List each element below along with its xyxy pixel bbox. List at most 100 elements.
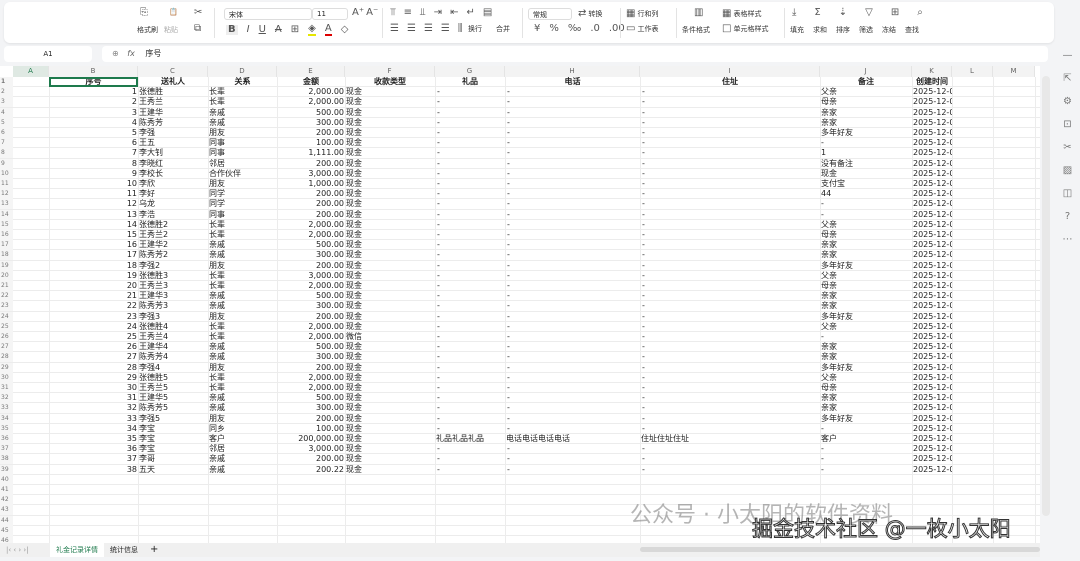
row-number[interactable]: 31 bbox=[0, 383, 13, 393]
cell-phone[interactable]: - bbox=[505, 281, 640, 291]
cell-note[interactable]: 母亲 bbox=[820, 230, 912, 240]
header-relation[interactable]: 关系 bbox=[208, 77, 277, 87]
row-number[interactable]: 40 bbox=[0, 474, 13, 485]
cell-created-time[interactable]: 2025-12-03 13:59:54 bbox=[912, 261, 952, 271]
percent-icon[interactable]: % bbox=[549, 24, 559, 34]
cell-amount[interactable]: 500.00 bbox=[277, 291, 345, 301]
row-number[interactable]: 9 bbox=[0, 158, 13, 169]
cell-address[interactable]: - bbox=[640, 169, 820, 179]
row-number[interactable]: 42 bbox=[0, 495, 13, 506]
cell-created-time[interactable]: 2025-12-02 09:43:16 bbox=[912, 87, 952, 97]
cell-phone[interactable]: - bbox=[505, 342, 640, 352]
align-right-icon[interactable]: ☰ bbox=[424, 24, 433, 34]
column-header-A[interactable]: A bbox=[13, 66, 49, 77]
row-number[interactable]: 46 bbox=[0, 536, 13, 543]
cut-icon[interactable]: ✂ bbox=[194, 8, 202, 18]
cell-created-time[interactable]: 2025-12-02 09:43:16 bbox=[912, 128, 952, 138]
cell-seq[interactable]: 37 bbox=[49, 454, 138, 464]
cell-seq[interactable]: 27 bbox=[49, 352, 138, 362]
cell-gift[interactable]: - bbox=[435, 301, 505, 311]
cell-created-time[interactable]: 2025-12-03 13:59:54 bbox=[912, 230, 952, 240]
header-amount[interactable]: 金额 bbox=[277, 77, 345, 87]
font-increase-icon[interactable]: A⁺ bbox=[352, 8, 364, 18]
cell-address[interactable]: - bbox=[640, 281, 820, 291]
cell-phone[interactable]: - bbox=[505, 332, 640, 342]
row-number[interactable]: 11 bbox=[0, 179, 13, 189]
find-button[interactable]: 查找 bbox=[905, 25, 919, 35]
cell-address[interactable]: - bbox=[640, 271, 820, 281]
cell-gift[interactable]: - bbox=[435, 108, 505, 118]
cell-payment-type[interactable]: 现金 bbox=[345, 383, 435, 393]
cell-phone[interactable]: - bbox=[505, 250, 640, 260]
cell-amount[interactable]: 2,000.00 bbox=[277, 281, 345, 291]
cell-note[interactable]: - bbox=[820, 199, 912, 209]
row-number[interactable]: 43 bbox=[0, 505, 13, 516]
cell-created-time[interactable]: 2025-12-03 14:00:06 bbox=[912, 312, 952, 322]
cell-address[interactable]: - bbox=[640, 373, 820, 383]
cell-seq[interactable]: 5 bbox=[49, 128, 138, 138]
cell-payment-type[interactable]: 现金 bbox=[345, 363, 435, 373]
cell-relation[interactable]: 亲戚 bbox=[208, 301, 277, 311]
cell-note[interactable]: 44 bbox=[820, 189, 912, 199]
cell-giver[interactable]: 王秀兰4 bbox=[138, 332, 208, 342]
cell-phone[interactable]: - bbox=[505, 179, 640, 189]
cell-gift[interactable]: - bbox=[435, 128, 505, 138]
chart-icon[interactable]: ▨ bbox=[1055, 159, 1080, 182]
sum-button[interactable]: 求和 bbox=[813, 25, 827, 35]
cell-payment-type[interactable]: 现金 bbox=[345, 281, 435, 291]
cell-address[interactable]: - bbox=[640, 250, 820, 260]
row-number[interactable]: 19 bbox=[0, 260, 13, 271]
cell-note[interactable]: 父亲 bbox=[820, 373, 912, 383]
cell-giver[interactable]: 张德胜4 bbox=[138, 322, 208, 332]
cell-note[interactable]: 亲家 bbox=[820, 118, 912, 128]
wrap-icon[interactable]: ↵ bbox=[466, 8, 474, 18]
cell-payment-type[interactable]: 现金 bbox=[345, 434, 435, 444]
cell-gift[interactable]: - bbox=[435, 332, 505, 342]
cell-created-time[interactable]: 2025-12-03 14:00:06 bbox=[912, 271, 952, 281]
cell-relation[interactable]: 同乡 bbox=[208, 424, 277, 434]
row-number[interactable]: 16 bbox=[0, 230, 13, 240]
cell-note[interactable]: 亲家 bbox=[820, 403, 912, 413]
cell-payment-type[interactable]: 现金 bbox=[345, 250, 435, 260]
cell-seq[interactable]: 22 bbox=[49, 301, 138, 311]
cell-payment-type[interactable]: 现金 bbox=[345, 424, 435, 434]
cell-note[interactable]: 支付宝 bbox=[820, 179, 912, 189]
spreadsheet-grid[interactable]: A B C D E F G H I J K L M 1 序号 送礼人 关系 金额 收款类型 礼品 电话 住址 备注 创建时间 2… bbox=[0, 66, 1040, 543]
cell-giver[interactable]: 李好 bbox=[138, 189, 208, 199]
cell-amount[interactable]: 200.00 bbox=[277, 128, 345, 138]
cell-seq[interactable]: 32 bbox=[49, 403, 138, 413]
cell-created-time[interactable]: 2025-12-06 23:36:49 bbox=[912, 444, 952, 454]
cell-relation[interactable]: 朋友 bbox=[208, 128, 277, 138]
cell-seq[interactable]: 14 bbox=[49, 220, 138, 230]
row-number[interactable]: 22 bbox=[0, 291, 13, 302]
cell-phone[interactable]: - bbox=[505, 261, 640, 271]
cell-seq[interactable]: 7 bbox=[49, 148, 138, 158]
cell-note[interactable]: 母亲 bbox=[820, 97, 912, 107]
cell-amount[interactable]: 200.00 bbox=[277, 454, 345, 464]
cell-gift[interactable]: - bbox=[435, 118, 505, 128]
cell-phone[interactable]: - bbox=[505, 118, 640, 128]
fx-icon[interactable]: fx bbox=[127, 49, 135, 58]
cell-giver[interactable]: 陈秀芳4 bbox=[138, 352, 208, 362]
cell-gift[interactable]: - bbox=[435, 189, 505, 199]
cell-created-time[interactable]: 2025-12-03 14:00:25 bbox=[912, 393, 952, 403]
cell-phone[interactable]: - bbox=[505, 403, 640, 413]
cell-relation[interactable]: 亲戚 bbox=[208, 403, 277, 413]
font-color-icon[interactable]: A bbox=[324, 24, 332, 36]
cell-payment-type[interactable]: 现金 bbox=[345, 403, 435, 413]
cell-amount[interactable]: 100.00 bbox=[277, 138, 345, 148]
cell-amount[interactable]: 200,000.00 bbox=[277, 434, 345, 444]
header-seq[interactable]: 序号 bbox=[49, 77, 138, 87]
cell-gift[interactable]: - bbox=[435, 414, 505, 424]
cell-phone[interactable]: - bbox=[505, 352, 640, 362]
cell-amount[interactable]: 3,000.00 bbox=[277, 444, 345, 454]
cell-created-time[interactable]: 2025-12-03 12:14:21 bbox=[912, 148, 952, 158]
cell-giver[interactable]: 王建华5 bbox=[138, 393, 208, 403]
cell-address[interactable]: - bbox=[640, 210, 820, 220]
cell-amount[interactable]: 300.00 bbox=[277, 118, 345, 128]
cell-phone[interactable]: - bbox=[505, 210, 640, 220]
cell-created-time[interactable]: 2025-12-06 23:37:04 bbox=[912, 454, 952, 464]
cell-relation[interactable]: 同学 bbox=[208, 199, 277, 209]
cell-amount[interactable]: 500.00 bbox=[277, 393, 345, 403]
cell-created-time[interactable]: 2025-12-03 12:15:14 bbox=[912, 179, 952, 189]
